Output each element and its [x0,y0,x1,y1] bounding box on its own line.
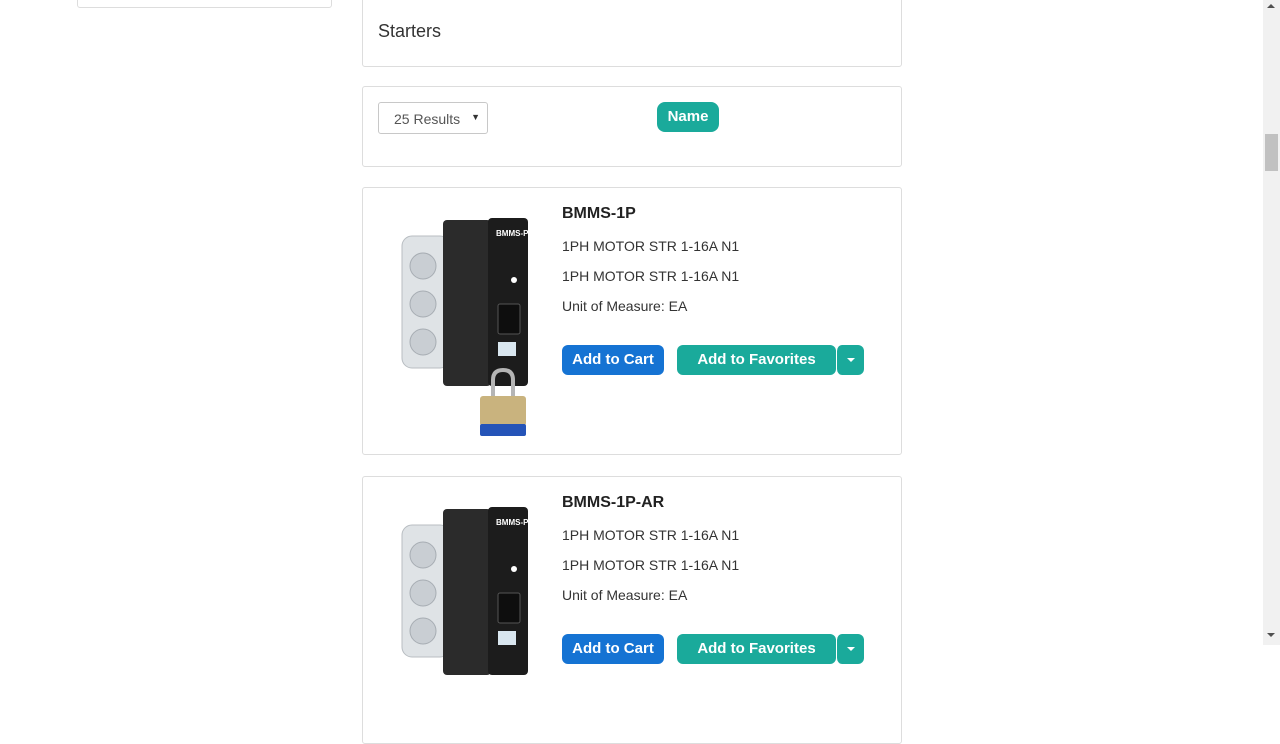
add-to-favorites-button[interactable]: Add to Favorites [677,634,836,664]
add-to-cart-button[interactable]: Add to Cart [562,634,664,664]
sort-by-name-button[interactable]: Name [657,102,719,132]
favorites-dropdown-button[interactable] [836,345,864,375]
product-card: BMMS-P BMMS-1P 1PH MOTOR STR 1-16A N1 1P… [362,187,902,455]
results-per-page-select[interactable]: 25 Results ▼ [378,102,488,134]
unit-of-measure: Unit of Measure: EA [562,298,688,314]
sidebar-filter-panel [77,0,332,8]
svg-text:BMMS-P: BMMS-P [496,229,529,238]
scrollbar-thumb[interactable] [1265,134,1278,171]
scroll-down-arrow-icon[interactable] [1267,633,1275,637]
product-description: 1PH MOTOR STR 1-16A N1 [562,238,740,254]
caret-down-icon [846,358,855,363]
results-per-page-value: 25 Results [394,111,461,127]
category-panel: Starters [362,0,902,67]
unit-of-measure: Unit of Measure: EA [562,587,688,603]
product-name[interactable]: BMMS-1P [562,205,636,223]
dropdown-caret-icon: ▼ [471,112,480,122]
product-description-secondary: 1PH MOTOR STR 1-16A N1 [562,268,740,284]
category-title: Starters [378,21,442,41]
favorites-dropdown-button[interactable] [836,634,864,664]
add-to-favorites-button[interactable]: Add to Favorites [677,345,836,375]
product-name[interactable]: BMMS-1P-AR [562,494,664,512]
product-image[interactable]: BMMS-P [398,503,533,727]
product-image[interactable]: BMMS-P [398,214,533,438]
product-card: BMMS-P BMMS-1P-AR 1PH MOTOR STR 1-16A N1… [362,476,902,744]
scroll-up-arrow-icon[interactable] [1267,4,1275,8]
page-scrollbar[interactable] [1263,0,1280,645]
add-to-cart-button[interactable]: Add to Cart [562,345,664,375]
svg-text:BMMS-P: BMMS-P [496,518,529,527]
sort-panel: 25 Results ▼ Name [362,86,902,167]
product-description: 1PH MOTOR STR 1-16A N1 [562,527,740,543]
caret-down-icon [846,647,855,652]
product-description-secondary: 1PH MOTOR STR 1-16A N1 [562,557,740,573]
